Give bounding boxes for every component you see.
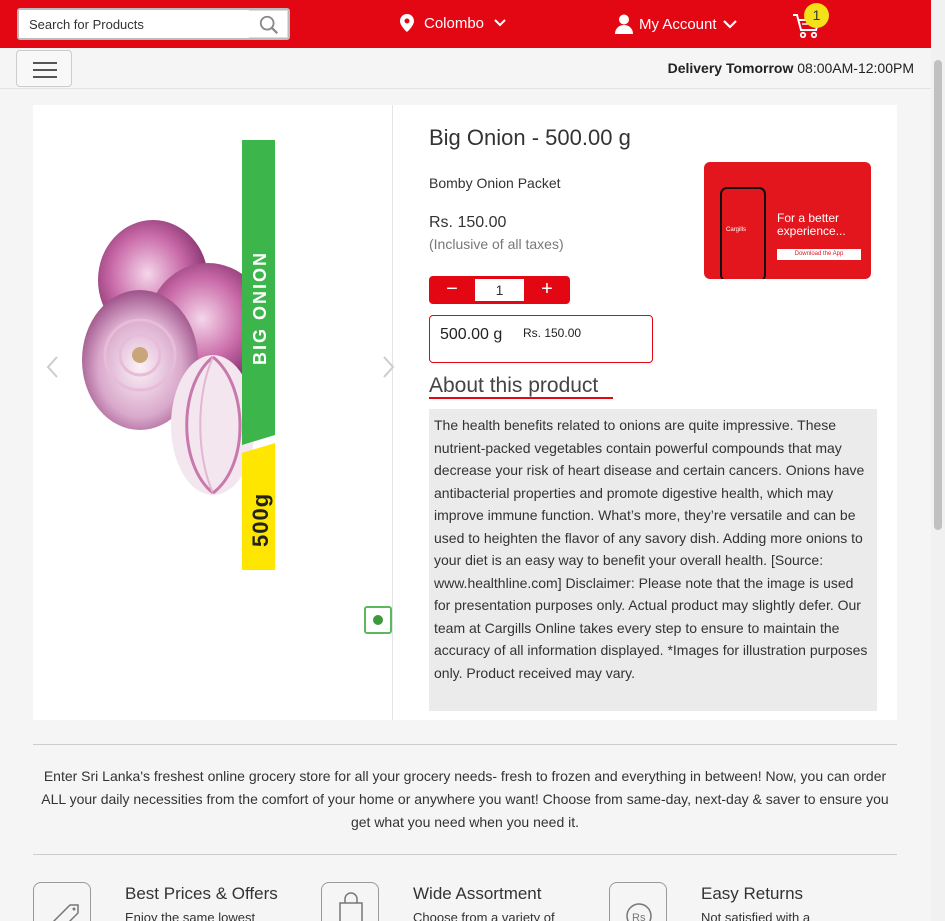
- product-subtitle: Bomby Onion Packet: [429, 175, 561, 191]
- product-image: BIG ONION 500g: [82, 140, 275, 570]
- product-image-gallery: BIG ONION 500g: [33, 105, 395, 720]
- page-scrollbar[interactable]: [931, 0, 945, 921]
- shopping-bag-icon: [321, 882, 379, 921]
- feature-desc: Enjoy the same lowest: [125, 910, 256, 921]
- image-label-weight: 500g: [248, 493, 273, 547]
- phone-logo: Cargills: [726, 227, 747, 233]
- location-pin-icon: [400, 14, 414, 32]
- about-underline: [429, 397, 613, 399]
- rupee-return-icon: Rs: [609, 882, 667, 921]
- price-tag-icon: [33, 882, 91, 921]
- chevron-down-icon: [722, 19, 737, 29]
- increase-quantity-button[interactable]: +: [524, 276, 570, 304]
- quantity-stepper: − +: [429, 276, 570, 304]
- delivery-time: 08:00AM-12:00PM: [797, 60, 914, 76]
- gallery-thumbnail-dot[interactable]: [364, 606, 392, 634]
- hamburger-menu-button[interactable]: [16, 50, 72, 87]
- product-description: The health benefits related to onions ar…: [429, 409, 877, 711]
- feature-desc: Choose from a variety of: [413, 910, 555, 921]
- about-heading: About this product: [429, 374, 599, 397]
- cart-count-badge: 1: [804, 3, 829, 28]
- variant-price: Rs. 150.00: [523, 326, 582, 340]
- chevron-left-icon[interactable]: [44, 355, 62, 379]
- feature-title: Wide Assortment: [413, 884, 542, 903]
- search-input[interactable]: [19, 10, 249, 38]
- app-promo-banner[interactable]: Cargills For a better experience... Down…: [704, 162, 871, 279]
- decrease-quantity-button[interactable]: −: [429, 276, 475, 304]
- quantity-input[interactable]: [475, 279, 524, 301]
- chevron-down-icon: [494, 19, 506, 27]
- delivery-label: Delivery Tomorrow: [667, 60, 794, 76]
- product-card: BIG ONION 500g Big Onion - 500.00 g Bomb…: [33, 105, 897, 720]
- taxes-note: (Inclusive of all taxes): [429, 236, 564, 252]
- account-menu[interactable]: My Account: [615, 14, 737, 34]
- variant-option[interactable]: 500.00 g Rs. 150.00: [429, 315, 653, 363]
- search-icon[interactable]: [258, 14, 280, 36]
- feature-title: Easy Returns: [701, 884, 804, 903]
- download-app-button[interactable]: Download the App: [777, 249, 861, 260]
- phone-icon: Cargills: [720, 187, 766, 279]
- divider: [33, 854, 897, 855]
- user-icon: [615, 14, 633, 34]
- scrollbar-thumb[interactable]: [934, 60, 942, 530]
- image-label-name: BIG ONION: [250, 251, 270, 365]
- variant-weight: 500.00 g: [440, 326, 503, 343]
- sub-header: Delivery Tomorrow 08:00AM-12:00PM: [0, 48, 931, 89]
- location-selector[interactable]: Colombo: [400, 14, 506, 32]
- search-box: [17, 8, 290, 40]
- top-header: Colombo My Account 1: [0, 0, 931, 48]
- divider: [33, 744, 897, 745]
- chevron-right-icon[interactable]: [379, 355, 397, 379]
- delivery-info: Delivery Tomorrow 08:00AM-12:00PM: [668, 60, 914, 76]
- product-price: Rs. 150.00: [429, 214, 507, 231]
- account-label: My Account: [639, 15, 717, 33]
- store-blurb: Enter Sri Lanka's freshest online grocer…: [41, 768, 889, 830]
- feature-desc: Not satisfied with a: [701, 910, 811, 921]
- location-label: Colombo: [424, 14, 485, 32]
- svg-text:Rs: Rs: [632, 912, 646, 921]
- promo-text: For a better experience...: [777, 211, 846, 238]
- feature-title: Best Prices & Offers: [125, 884, 278, 903]
- product-title: Big Onion - 500.00 g: [429, 125, 631, 150]
